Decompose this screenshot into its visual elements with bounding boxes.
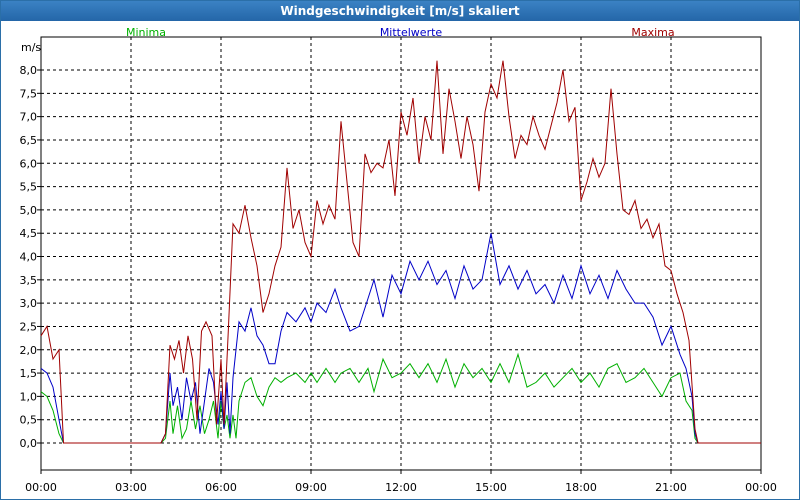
- x-tick-time: 00:00: [745, 481, 777, 494]
- y-tick-label: 7,0: [20, 111, 38, 124]
- y-tick-labels: 0,0 0,5 1,0 1,5 2,0 2,5 3,0 3,5 4,0 4,5 5,0 5,5 6,0 6…: [20, 64, 41, 450]
- x-tick-time: 15:00: [475, 481, 507, 494]
- y-tick-label: 0,5: [20, 414, 38, 427]
- legend-entry: Mittelwerte: [380, 26, 443, 39]
- y-tick-label: 6,5: [20, 134, 38, 147]
- y-tick-label: 3,0: [20, 297, 38, 310]
- legend-entry: Minima: [126, 26, 166, 39]
- y-tick-label: 0,0: [20, 437, 38, 450]
- y-tick-label: 5,0: [20, 204, 38, 217]
- y-tick-label: 6,0: [20, 157, 38, 170]
- chart-window: Windgeschwindigkeit [m/s] skaliert 0,0 0,…: [0, 0, 800, 500]
- x-tick-time: 09:00: [295, 481, 327, 494]
- y-tick-label: 4,5: [20, 227, 38, 240]
- y-tick-label: 1,0: [20, 390, 38, 403]
- x-tick-time: 06:00: [205, 481, 237, 494]
- y-tick-label: 8,0: [20, 64, 38, 77]
- x-tick-labels: 00:0031.05.1903:0031.05.1906:0031.05.190…: [25, 470, 777, 494]
- x-tick-time: 00:00: [25, 481, 57, 494]
- chart-svg: 0,0 0,5 1,0 1,5 2,0 2,5 3,0 3,5 4,0 4,5 5,0 5,5 6,0 6…: [20, 26, 777, 494]
- y-axis-label: m/s: [21, 41, 41, 54]
- y-tick-label: 4,0: [20, 251, 38, 264]
- x-tick-time: 03:00: [115, 481, 147, 494]
- window-title: Windgeschwindigkeit [m/s] skaliert: [1, 1, 799, 21]
- y-tick-label: 2,0: [20, 344, 38, 357]
- x-tick-time: 18:00: [565, 481, 597, 494]
- x-tick-time: 21:00: [655, 481, 687, 494]
- y-tick-label: 2,5: [20, 320, 38, 333]
- y-tick-label: 7,5: [20, 87, 38, 100]
- x-tick-time: 12:00: [385, 481, 417, 494]
- y-tick-label: 3,5: [20, 274, 38, 287]
- y-tick-label: 5,5: [20, 181, 38, 194]
- y-tick-label: 1,5: [20, 367, 38, 380]
- legend-entry: Maxima: [631, 26, 674, 39]
